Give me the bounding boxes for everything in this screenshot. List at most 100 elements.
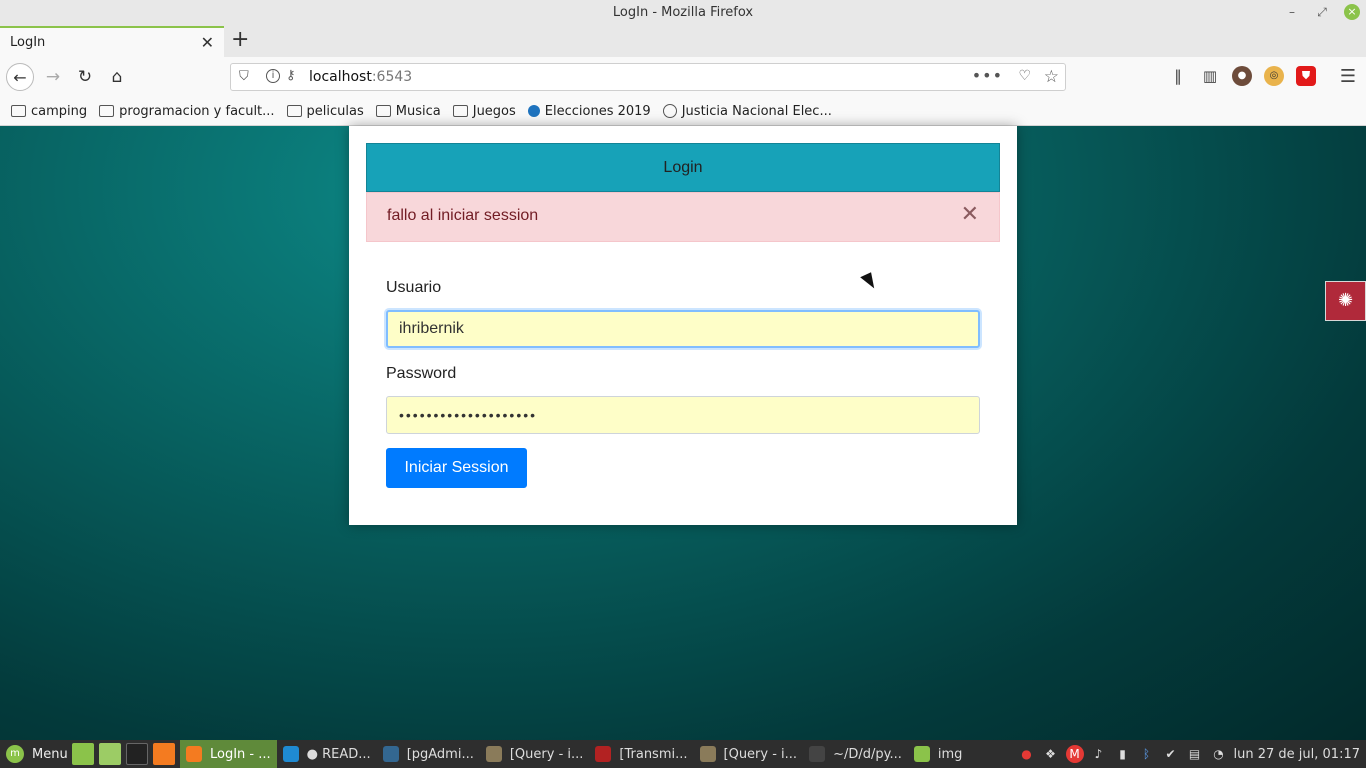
alert-close-icon[interactable]: ✕ [961, 204, 979, 226]
bookmark-label: camping [31, 103, 88, 119]
battery-icon[interactable]: ▮ [1114, 745, 1132, 763]
maximize-icon[interactable]: ⤢ [1314, 5, 1330, 20]
sidebar-icon[interactable]: ▥ [1200, 66, 1220, 86]
tracking-shield-icon[interactable]: ⛉ [239, 69, 249, 84]
taskbar-item-login[interactable]: LogIn - ... [180, 740, 277, 768]
taskbar-item-label: img [937, 746, 963, 762]
key-icon[interactable]: ⚷ [286, 68, 296, 83]
menu-label: Menu [32, 746, 68, 762]
bookmark-folder-peliculas[interactable]: peliculas [286, 104, 364, 119]
wifi-icon[interactable]: ◔ [1210, 745, 1228, 763]
window-titlebar: LogIn - Mozilla Firefox – ⤢ × [0, 0, 1366, 26]
bookmark-folder-juegos[interactable]: Juegos [452, 103, 516, 119]
close-window-icon[interactable]: × [1344, 4, 1360, 20]
login-card-header: Login [366, 143, 1000, 192]
pgadmin-icon [382, 746, 399, 762]
folder-icon [913, 746, 930, 762]
bookmark-label: Musica [395, 103, 441, 119]
navigation-bar: ← → ↻ ⌂ ⛉ i ⚷ localhost:6543 ••• ♡ ☆ ‖ ▥… [0, 57, 1366, 97]
terminal-launcher-icon[interactable] [126, 743, 148, 765]
files-launcher-icon[interactable] [99, 743, 121, 765]
globe-icon [662, 104, 677, 118]
taskbar-item-query-2[interactable]: [Query - i... [694, 740, 804, 768]
volume-icon[interactable]: ♪ [1090, 745, 1108, 763]
window-title: LogIn - Mozilla Firefox [612, 5, 754, 20]
new-tab-button[interactable]: + [231, 29, 249, 51]
clipboard-icon[interactable]: ▤ [1186, 745, 1204, 763]
back-button[interactable]: ← [6, 63, 34, 91]
minimize-icon[interactable]: – [1284, 5, 1300, 19]
bluetooth-icon[interactable]: ᛒ [1138, 745, 1156, 763]
terminal-icon [809, 746, 826, 762]
bookmark-folder-camping[interactable]: camping [11, 104, 87, 119]
password-input[interactable]: •••••••••••••••••••• [386, 396, 980, 434]
extension-icon[interactable]: ◎ [1264, 66, 1284, 86]
bookmark-folder-programacion[interactable]: programacion y facult... [99, 103, 275, 119]
url-host: localhost [309, 69, 372, 85]
notification-badge-icon[interactable]: ● [1018, 745, 1036, 763]
bookmark-justicia-nacional[interactable]: Justicia Nacional Elec... [662, 103, 832, 119]
folder-icon [11, 105, 26, 117]
tab-close-icon[interactable]: ✕ [201, 33, 214, 52]
iniciar-session-button[interactable]: Iniciar Session [386, 448, 527, 488]
usuario-input[interactable]: ihribernik [386, 310, 980, 348]
transmission-icon [595, 746, 612, 762]
taskbar-item-pgadmin[interactable]: [pgAdmi... [377, 740, 480, 768]
mint-logo-icon: m [6, 745, 24, 763]
url-text[interactable]: localhost:6543 [309, 69, 412, 85]
side-widget-icon[interactable]: ✺ [1325, 281, 1366, 321]
bookmark-elecciones-2019[interactable]: Elecciones 2019 [527, 103, 651, 119]
taskbar-item-label: ● READ... [306, 746, 371, 762]
taskbar-item-readme[interactable]: ● READ... [277, 740, 377, 768]
password-label: Password [386, 365, 457, 382]
show-desktop-icon[interactable] [72, 743, 94, 765]
update-manager-icon[interactable]: ✔ [1162, 745, 1180, 763]
taskbar-item-terminal[interactable]: ~/D/d/py... [803, 740, 908, 768]
page-actions-icon[interactable]: ••• [972, 66, 1003, 85]
system-tray: ● ❖ M ♪ ▮ ᛒ ✔ ▤ ◔ lun 27 de jul, 01:17 [1018, 740, 1366, 768]
taskbar-item-label: [Transmi... [619, 746, 688, 762]
taskbar-item-label: LogIn - ... [210, 746, 271, 762]
home-button[interactable]: ⌂ [103, 63, 131, 91]
tab-login[interactable]: LogIn ✕ [0, 26, 224, 57]
toolbar-icons: ‖ ▥ ● ◎ ⛊ [1168, 66, 1316, 86]
folder-icon [375, 105, 391, 117]
taskbar-item-label: [Query - i... [723, 746, 798, 762]
dropbox-icon[interactable]: ❖ [1042, 745, 1060, 763]
taskbar-item-label: [pgAdmi... [406, 746, 474, 762]
bookmark-star-icon[interactable]: ☆ [1044, 67, 1059, 87]
bookmark-label: Juegos [472, 103, 516, 119]
url-bar[interactable]: ⛉ i ⚷ localhost:6543 ••• ♡ ☆ [230, 63, 1066, 91]
firefox-icon [186, 746, 202, 762]
bookmark-label: programacion y facult... [119, 103, 275, 119]
url-port: :6543 [371, 69, 413, 85]
error-alert: fallo al iniciar session ✕ [366, 192, 1000, 242]
query-tool-icon [485, 746, 502, 762]
tab-title: LogIn [10, 35, 46, 50]
firefox-launcher-icon[interactable] [153, 743, 175, 765]
start-menu-button[interactable]: m Menu [0, 745, 72, 763]
taskbar-item-img[interactable]: img [908, 740, 969, 768]
account-avatar-icon[interactable]: ● [1232, 66, 1252, 86]
window-controls: – ⤢ × [1284, 4, 1360, 20]
folder-icon [452, 105, 468, 117]
hamburger-menu-icon[interactable]: ☰ [1340, 66, 1356, 87]
taskbar-item-label: ~/D/d/py... [833, 746, 902, 762]
bookmark-label: Justicia Nacional Elec... [681, 103, 832, 119]
ublock-icon[interactable]: ⛊ [1296, 66, 1316, 86]
library-icon[interactable]: ‖ [1168, 66, 1188, 86]
site-info-icon[interactable]: i [266, 69, 280, 83]
pocket-icon[interactable]: ♡ [1018, 68, 1031, 84]
reload-button[interactable]: ↻ [71, 63, 99, 91]
taskbar-item-transmission[interactable]: [Transmi... [589, 740, 693, 768]
forward-button[interactable]: → [39, 63, 67, 91]
clock[interactable]: lun 27 de jul, 01:17 [1234, 747, 1360, 762]
bookmark-label: Elecciones 2019 [544, 103, 651, 119]
taskbar-item-label: [Query - i... [509, 746, 584, 762]
bookmark-folder-musica[interactable]: Musica [375, 103, 441, 119]
taskbar-item-query-1[interactable]: [Query - i... [480, 740, 590, 768]
error-alert-text: fallo al iniciar session [387, 207, 539, 224]
site-icon [527, 105, 540, 117]
mega-icon[interactable]: M [1065, 745, 1084, 763]
usuario-label: Usuario [386, 279, 442, 296]
